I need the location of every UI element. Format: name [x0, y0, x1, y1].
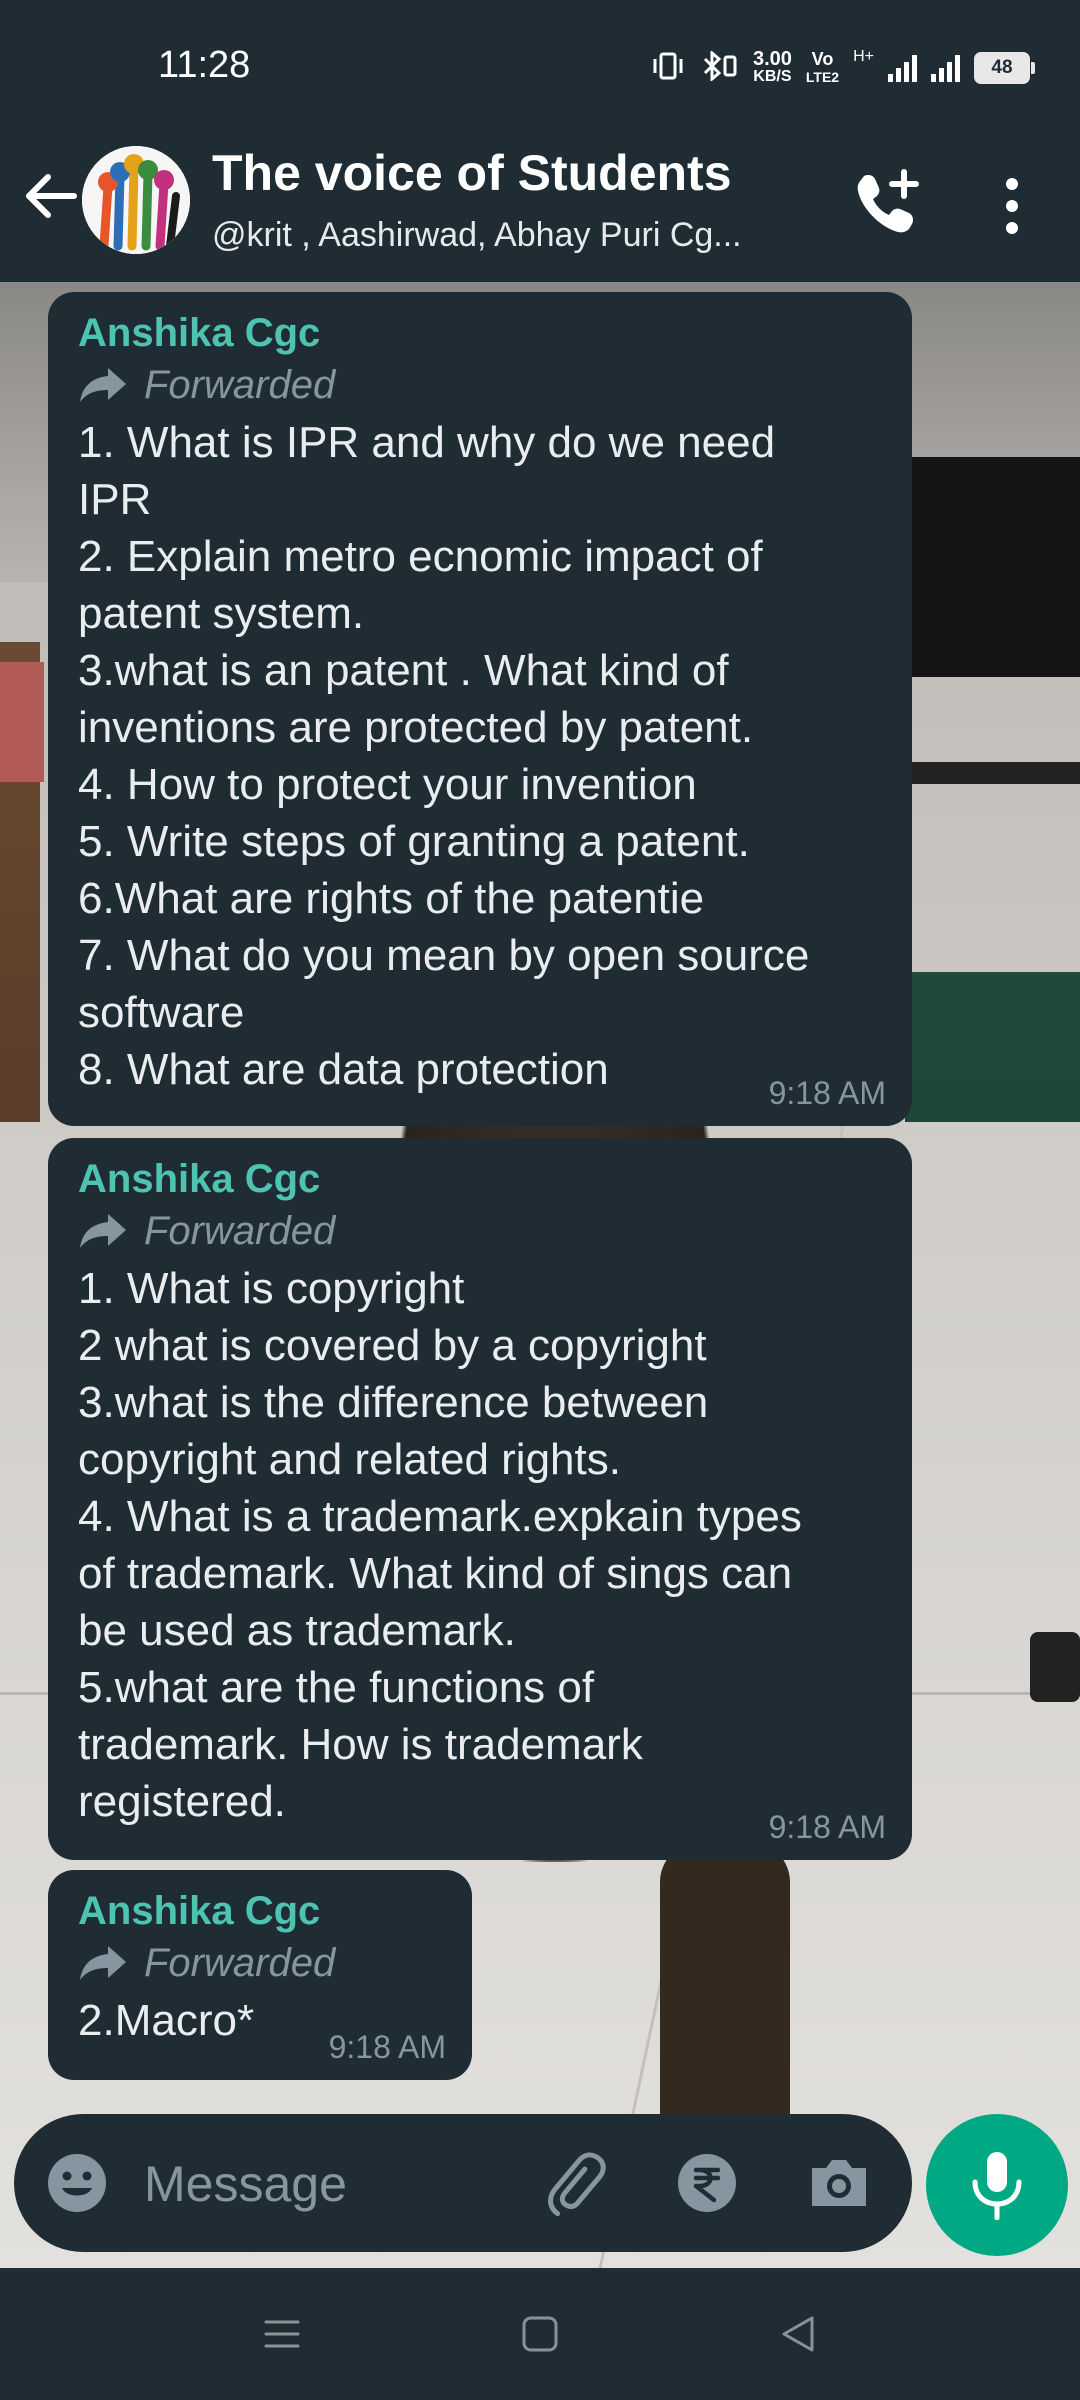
message-text: 1. What is IPR and why do we need IPR 2.… — [78, 418, 810, 1094]
signal-strength-icon-sim1 — [888, 54, 917, 82]
recent-apps-button[interactable] — [254, 2306, 310, 2362]
nav-back-button[interactable] — [770, 2306, 826, 2362]
emoji-button[interactable] — [46, 2152, 108, 2214]
signal-strength-icon-sim2 — [931, 54, 960, 82]
network-speed: 3.00 KB/S — [752, 48, 792, 86]
rupee-payment-icon — [678, 2154, 736, 2212]
message-sender[interactable]: Anshika Cgc — [78, 310, 886, 356]
volte-indicator: Vo LTE2 — [806, 50, 839, 86]
status-time: 11:28 — [158, 44, 251, 86]
back-icon — [782, 2316, 814, 2352]
mic-icon — [972, 2152, 1022, 2220]
battery-level: 48 — [991, 57, 1013, 78]
back-arrow-icon — [26, 174, 77, 218]
group-avatar[interactable] — [82, 146, 190, 254]
add-call-icon — [857, 169, 919, 233]
chat-header: The voice of Students @krit , Aashirwad,… — [0, 130, 1080, 282]
home-button[interactable] — [512, 2306, 568, 2362]
volte-label-top: Vo — [811, 49, 834, 69]
network-speed-unit: KB/S — [753, 68, 792, 85]
message-bubble[interactable]: Anshika Cgc Forwarded 2.Macro* 9:18 AM — [48, 1870, 472, 2080]
chat-title[interactable]: The voice of Students — [212, 144, 732, 202]
home-icon — [522, 2316, 558, 2352]
more-vert-icon — [1006, 178, 1018, 234]
volte-label-bottom: LTE2 — [805, 69, 840, 85]
message-bubble[interactable]: Anshika Cgc Forwarded 1. What is IPR and… — [48, 292, 912, 1126]
message-composer — [14, 2114, 912, 2252]
bluetooth-icon — [699, 49, 739, 85]
chat-members-subtitle[interactable]: @krit , Aashirwad, Abhay Puri Cg... — [212, 216, 812, 255]
recent-apps-icon — [264, 2320, 300, 2348]
back-button[interactable] — [18, 164, 82, 228]
message-input[interactable] — [142, 2142, 526, 2226]
status-bar: 11:28 3.00 KB/S Vo LTE2 H+ 48 — [0, 0, 1080, 130]
camera-button[interactable] — [806, 2152, 872, 2214]
more-options-button[interactable] — [990, 170, 1034, 242]
forwarded-indicator: Forwarded — [78, 356, 886, 414]
camera-icon — [812, 2160, 866, 2206]
attach-icon — [548, 2152, 606, 2217]
forwarded-label: Forwarded — [144, 1209, 336, 1253]
message-sender[interactable]: Anshika Cgc — [78, 1888, 446, 1934]
tv-shape — [905, 457, 1080, 677]
voice-message-button[interactable] — [926, 2114, 1068, 2256]
forwarded-indicator: Forwarded — [78, 1202, 886, 1260]
message-time: 9:18 AM — [768, 1075, 886, 1111]
message-bubble[interactable]: Anshika Cgc Forwarded 1. What is copyrig… — [48, 1138, 912, 1860]
message-sender[interactable]: Anshika Cgc — [78, 1156, 886, 1202]
attach-button[interactable] — [542, 2150, 608, 2217]
network-type: H+ — [853, 48, 874, 65]
battery-icon: 48 — [974, 52, 1035, 84]
forward-arrow-icon — [80, 1214, 126, 1248]
system-navigation-bar — [0, 2268, 1080, 2400]
raised-hands-avatar-icon — [82, 146, 190, 254]
forwarded-indicator: Forwarded — [78, 1934, 446, 1992]
vibrate-icon — [651, 51, 685, 85]
message-time: 9:18 AM — [328, 2029, 446, 2065]
network-speed-value: 3.00 — [752, 48, 792, 70]
forwarded-label: Forwarded — [144, 1941, 336, 1985]
message-text: 1. What is copyright 2 what is covered b… — [78, 1264, 802, 1826]
forwarded-label: Forwarded — [144, 363, 336, 407]
status-icons: 3.00 KB/S Vo LTE2 H+ 48 — [651, 48, 1035, 88]
message-time: 9:18 AM — [768, 1809, 886, 1845]
forward-arrow-icon — [80, 368, 126, 402]
payment-button[interactable] — [676, 2152, 738, 2214]
forward-arrow-icon — [80, 1946, 126, 1980]
add-call-button[interactable] — [850, 166, 922, 238]
emoji-icon — [48, 2154, 106, 2212]
